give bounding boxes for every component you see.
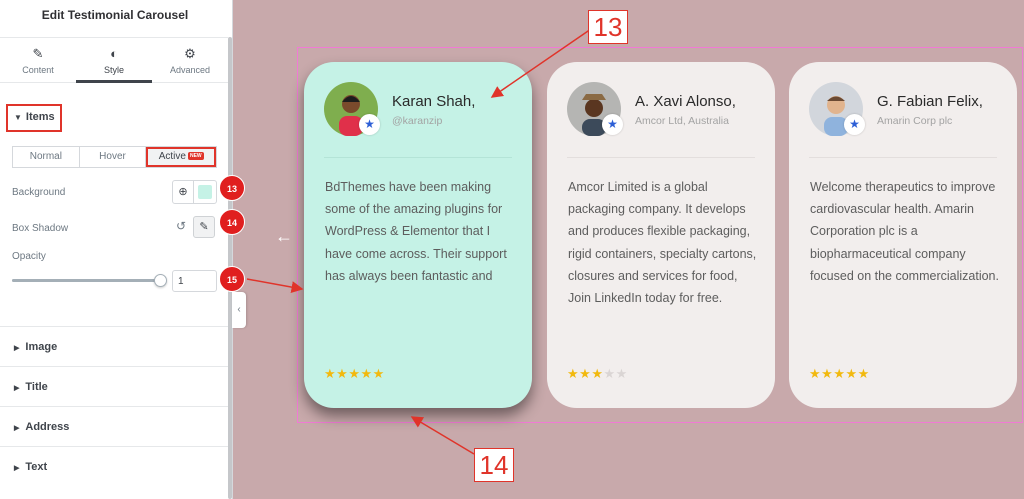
star-icon: ★ (857, 366, 870, 381)
testimonial-text: Welcome therapeutics to improve cardiova… (810, 180, 999, 283)
pencil-icon: ✎ (32, 46, 44, 61)
half-circle-icon: ◐ (110, 46, 118, 61)
box-shadow-label: Box Shadow (12, 223, 69, 234)
testimonial-name: A. Xavi Alonso, (635, 93, 736, 110)
tab-advanced[interactable]: ⚙ Advanced (152, 38, 228, 82)
caret-right-icon: ▶ (14, 425, 20, 432)
section-title[interactable]: ▶ Title (0, 366, 228, 406)
star-icon: ★ (809, 366, 822, 381)
star-icon: ★ (821, 366, 834, 381)
background-color-swatch[interactable] (198, 185, 212, 199)
rating: ★★★★★ (809, 366, 870, 382)
editor-panel: Edit Testimonial Carousel ✎ Content ◐ St… (0, 0, 233, 499)
star-icon: ★ (360, 366, 373, 381)
background-label: Background (12, 187, 66, 198)
background-control: ⊕ (172, 180, 217, 204)
section-image-label: Image (25, 341, 58, 353)
caret-right-icon: ▶ (14, 345, 20, 352)
annotation-label-13: 13 (588, 10, 628, 44)
testimonial-name: Karan Shah, (392, 93, 476, 110)
tab-content[interactable]: ✎ Content (0, 38, 76, 82)
rating: ★★★★★ (567, 366, 628, 382)
star-icon: ★ (845, 366, 858, 381)
star-icon: ★ (359, 114, 380, 135)
star-icon: ★ (602, 114, 623, 135)
opacity-label: Opacity (12, 251, 46, 262)
star-icon: ★ (591, 366, 604, 381)
testimonial-text: Amcor Limited is a global packaging comp… (568, 180, 757, 306)
annotation-badge-14: 14 (219, 209, 245, 235)
box-shadow-edit-button[interactable]: ✎ (193, 216, 215, 238)
items-section-label: Items (25, 111, 55, 123)
tab-advanced-label: Advanced (169, 65, 211, 75)
new-badge: NEW (187, 152, 204, 161)
globe-icon[interactable]: ⊕ (173, 181, 194, 203)
state-tab-normal[interactable]: Normal (13, 147, 80, 167)
items-section-toggle[interactable]: ▼ Items (6, 104, 62, 132)
section-address[interactable]: ▶ Address (0, 406, 228, 446)
tab-style-label: Style (103, 65, 124, 75)
annotation-label-14: 14 (474, 448, 514, 482)
rating: ★★★★★ (324, 366, 385, 382)
section-text-label: Text (25, 461, 48, 473)
panel-tabs: ✎ Content ◐ Style ⚙ Advanced (0, 37, 228, 83)
tab-style[interactable]: ◐ Style (76, 38, 152, 83)
testimonial-text: BdThemes have been making some of the am… (325, 180, 507, 283)
testimonial-address: Amarin Corp plc (877, 115, 953, 127)
star-icon: ★ (579, 366, 592, 381)
caret-down-icon: ▼ (14, 113, 22, 122)
arrow-15 (246, 278, 304, 294)
testimonial-card[interactable]: ★ G. Fabian Felix, Amarin Corp plc Welco… (789, 62, 1017, 408)
testimonial-name: G. Fabian Felix, (877, 93, 983, 110)
annotation-badge-13: 13 (219, 175, 245, 201)
opacity-slider-handle[interactable] (154, 274, 167, 287)
opacity-slider-track[interactable] (12, 279, 162, 282)
star-icon: ★ (567, 366, 580, 381)
pencil-icon: ✎ (199, 221, 209, 233)
collapse-panel-button[interactable]: ‹ (232, 292, 246, 328)
caret-right-icon: ▶ (14, 465, 20, 472)
star-icon: ★ (833, 366, 846, 381)
star-icon: ★ (348, 366, 361, 381)
chevron-left-icon: ‹ (237, 304, 241, 315)
tab-content-label: Content (22, 65, 54, 75)
star-icon: ★ (615, 366, 628, 381)
divider (809, 157, 997, 158)
state-tab-active[interactable]: Active NEW (146, 147, 217, 167)
divider (567, 157, 755, 158)
star-icon: ★ (372, 366, 385, 381)
arrow-left-icon[interactable]: ← (275, 226, 293, 247)
annotation-badge-15: 15 (219, 266, 245, 292)
opacity-input[interactable]: 1 (172, 270, 217, 292)
state-tab-hover[interactable]: Hover (80, 147, 147, 167)
star-icon: ★ (324, 366, 337, 381)
divider (324, 157, 512, 158)
avatar: ★ (567, 82, 623, 136)
star-icon: ★ (336, 366, 349, 381)
avatar: ★ (809, 82, 865, 136)
section-image[interactable]: ▶ Image (0, 326, 228, 366)
section-address-label: Address (25, 421, 70, 433)
state-tabs: Normal Hover Active NEW (12, 146, 217, 168)
testimonial-card[interactable]: ★ A. Xavi Alonso, Amcor Ltd, Australia A… (547, 62, 775, 408)
reset-icon[interactable]: ↺ (176, 219, 186, 233)
star-icon: ★ (603, 366, 616, 381)
testimonial-address: @karanzip (392, 115, 443, 127)
caret-right-icon: ▶ (14, 385, 20, 392)
section-text[interactable]: ▶ Text (0, 446, 228, 486)
section-title-label: Title (25, 381, 48, 393)
star-icon: ★ (844, 114, 865, 135)
state-tab-active-label: Active (158, 151, 186, 162)
avatar: ★ (324, 82, 380, 136)
testimonial-card[interactable]: ★ Karan Shah, @karanzip BdThemes have be… (304, 62, 532, 408)
opacity-slider-fill (12, 279, 162, 282)
testimonial-address: Amcor Ltd, Australia (635, 115, 729, 127)
panel-title: Edit Testimonial Carousel (41, 8, 189, 22)
gear-icon: ⚙ (184, 46, 196, 61)
